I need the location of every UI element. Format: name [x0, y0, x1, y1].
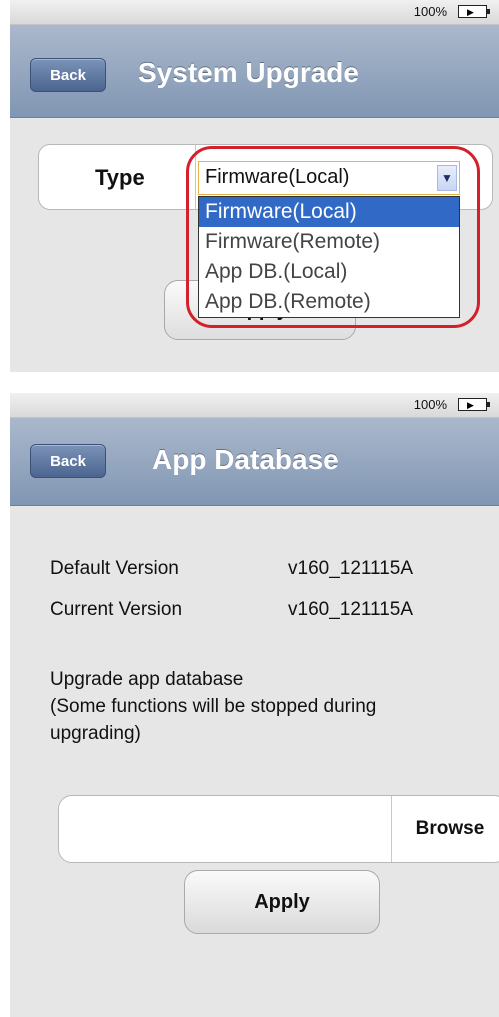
- nav-bar: Back System Upgrade: [10, 25, 499, 118]
- current-version-label: Current Version: [50, 599, 183, 620]
- divider: [391, 796, 392, 862]
- default-version-label: Default Version: [50, 558, 179, 579]
- file-select-row: Browse: [58, 795, 499, 863]
- option-firmware-remote[interactable]: Firmware(Remote): [199, 227, 459, 257]
- type-label: Type: [95, 165, 145, 190]
- upgrade-note-line-2: upgrading): [50, 723, 141, 744]
- option-firmware-local[interactable]: Firmware(Local): [199, 197, 459, 227]
- option-app-db-local[interactable]: App DB.(Local): [199, 257, 459, 287]
- page-title: System Upgrade: [138, 57, 359, 88]
- divider: [195, 145, 196, 209]
- type-select[interactable]: Firmware(Local) ▼: [198, 161, 460, 195]
- apply-button[interactable]: Apply: [184, 870, 380, 934]
- file-path-input[interactable]: [69, 806, 385, 854]
- back-button[interactable]: Back: [30, 444, 106, 478]
- nav-bar: Back App Database: [10, 418, 499, 506]
- battery-percent: 100%: [413, 4, 447, 19]
- type-select-value: Firmware(Local): [205, 166, 350, 188]
- page-title: App Database: [152, 444, 339, 475]
- status-bar: 100% ▶: [10, 393, 499, 418]
- upgrade-heading: Upgrade app database: [50, 669, 244, 690]
- system-upgrade-screen: 100% ▶ Back System Upgrade Type Firmware…: [10, 0, 499, 372]
- upgrade-note-line-1: (Some functions will be stopped during: [50, 696, 377, 717]
- battery-percent: 100%: [413, 397, 447, 412]
- current-version-value: v160_121115A: [288, 599, 414, 620]
- chevron-down-icon[interactable]: ▼: [437, 165, 457, 191]
- battery-charging-icon: ▶: [458, 398, 490, 411]
- app-database-screen: 100% ▶ Back App Database Default Version…: [10, 393, 499, 1017]
- default-version-value: v160_121115A: [288, 558, 414, 579]
- back-button[interactable]: Back: [30, 58, 106, 92]
- status-bar: 100% ▶: [10, 0, 499, 25]
- browse-button[interactable]: Browse: [393, 796, 499, 862]
- option-app-db-remote[interactable]: App DB.(Remote): [199, 287, 459, 317]
- battery-charging-icon: ▶: [458, 5, 490, 18]
- type-dropdown-list: Firmware(Local) Firmware(Remote) App DB.…: [198, 196, 460, 318]
